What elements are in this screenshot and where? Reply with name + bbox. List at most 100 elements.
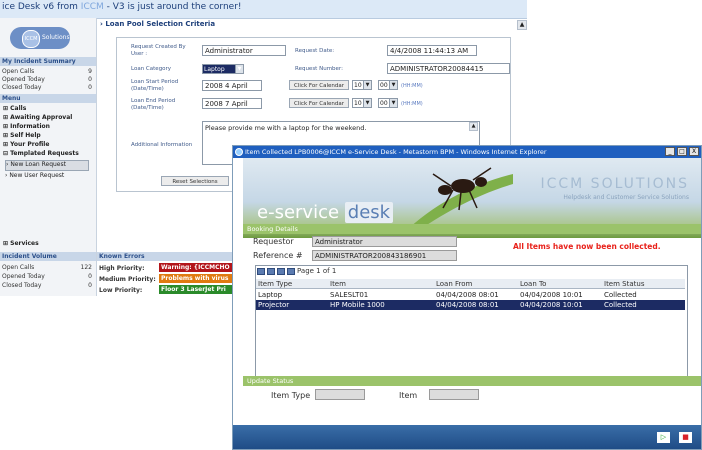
cell-loan-to: 04/04/2008 10:01 [520, 291, 583, 299]
cell-loan-from: 04/04/2008 08:01 [436, 301, 499, 309]
col-loan-from[interactable]: Loan From [434, 279, 518, 289]
iccm-solutions-brand: ICCM SOLUTIONS [540, 176, 689, 192]
medium-priority-error[interactable]: Problems with virus [159, 274, 232, 283]
menu-item-awaiting-approval[interactable]: ⊞ Awaiting Approval [3, 114, 72, 121]
prev-page-icon[interactable] [267, 268, 275, 275]
reset-selections-button[interactable]: Reset Selections [161, 176, 229, 186]
loan-start-label: Loan Start Period (Date/Time) [131, 79, 179, 92]
logo-circle: ICCM [22, 30, 40, 48]
announcement-text: ice Desk v6 from ICCM - V3 is just aroun… [2, 2, 242, 12]
known-errors-header: Known Errors [97, 252, 233, 261]
window-titlebar: Item Collected LPB0006@ICCM e-Service De… [233, 146, 701, 158]
volume-closed-today: Closed Today 0 [2, 282, 92, 289]
maximize-button[interactable]: □ [677, 147, 687, 156]
collection-status-message: All Items have now been collected. [513, 242, 661, 251]
low-priority-label: Low Priority: [99, 287, 143, 294]
menu-item-information[interactable]: ⊞ Information [3, 123, 50, 130]
menu-header: Menu [0, 94, 96, 103]
loan-start-field[interactable]: 2008 4 April [202, 80, 262, 91]
brand-tagline: Helpdesk and Customer Service Solutions [563, 194, 689, 201]
loan-category-label: Loan Category [131, 66, 172, 72]
incident-summary-header: My Incident Summary [0, 57, 96, 66]
window-title: Item Collected LPB0006@ICCM e-Service De… [245, 148, 547, 156]
criteria-title: › Loan Pool Selection Criteria [100, 20, 216, 28]
chevron-down-icon: ▼ [389, 99, 397, 107]
table-row[interactable]: Laptop SALESLT01 04/04/2008 08:01 04/04/… [256, 290, 685, 300]
created-by-field[interactable]: Administrator [202, 45, 286, 56]
items-table: Page 1 of 1 Item Type Item Loan From Loa… [255, 265, 688, 385]
loan-end-field[interactable]: 2008 7 April [202, 98, 262, 109]
item-field[interactable] [429, 389, 479, 400]
cell-loan-to: 04/04/2008 10:01 [520, 301, 583, 309]
start-minute-select[interactable]: 00 ▼ [378, 80, 398, 90]
end-time-hint: (HH:MM) [401, 101, 423, 107]
end-calendar-button[interactable]: Click For Calendar [289, 98, 349, 108]
cell-item: SALESLT01 [330, 291, 369, 299]
additional-info-label: Additional Information [131, 142, 193, 148]
menu-item-your-profile[interactable]: ⊞ Your Profile [3, 141, 49, 148]
col-item[interactable]: Item [328, 279, 434, 289]
loan-category-select[interactable]: Laptop ▼ [202, 64, 244, 74]
eservice-logo: e-service desk [257, 202, 394, 223]
medium-priority-label: Medium Priority: [99, 276, 156, 283]
close-button[interactable]: X [689, 147, 699, 156]
booking-details-header: Booking Details [243, 224, 701, 234]
reference-label: Reference # [253, 251, 303, 260]
ie-icon [235, 148, 243, 156]
cell-item-status: Collected [604, 291, 637, 299]
col-loan-to[interactable]: Loan To [518, 279, 602, 289]
summary-open-calls: Open Calls 9 [2, 68, 92, 75]
item-collected-window: Item Collected LPB0006@ICCM e-Service De… [232, 145, 702, 450]
high-priority-error[interactable]: Warning: {ICCMCHO [159, 263, 232, 272]
start-calendar-button[interactable]: Click For Calendar [289, 80, 349, 90]
textarea-scroll-up[interactable]: ▲ [469, 122, 478, 131]
loan-end-label: Loan End Period (Date/Time) [131, 98, 176, 111]
volume-open-calls: Open Calls 122 [2, 264, 92, 271]
request-date-label: Request Date: [295, 48, 335, 54]
start-time-hint: (HH:MM) [401, 83, 423, 89]
chevron-down-icon: ▼ [363, 99, 371, 107]
menu-item-calls[interactable]: ⊞ Calls [3, 105, 26, 112]
start-hour-select[interactable]: 10 ▼ [352, 80, 372, 90]
request-number-field[interactable]: ADMINISTRATOR20084415 [387, 63, 510, 74]
first-page-icon[interactable] [257, 268, 265, 275]
volume-opened-today: Opened Today 0 [2, 273, 92, 280]
col-item-type[interactable]: Item Type [256, 279, 328, 289]
minimize-button[interactable]: _ [665, 147, 675, 156]
page-indicator: Page 1 of 1 [297, 267, 337, 275]
window-footer: ▷ ■ [233, 425, 701, 449]
scroll-up-arrow[interactable]: ▲ [517, 20, 527, 30]
logo-text: Solutions [42, 34, 70, 41]
requestor-label: Requestor [253, 237, 294, 246]
item-type-field[interactable] [315, 389, 365, 400]
chevron-down-icon: ▼ [363, 81, 371, 89]
menu-item-services[interactable]: ⊞ Services [3, 240, 39, 247]
cell-item-type: Projector [258, 301, 290, 309]
next-action-button[interactable]: ▷ [657, 432, 670, 443]
last-page-icon[interactable] [287, 268, 295, 275]
high-priority-label: High Priority: [99, 265, 145, 272]
update-status-header: Update Status [243, 376, 701, 386]
request-number-label: Request Number: [295, 66, 343, 72]
item-label: Item [399, 391, 418, 400]
submenu-new-user-request[interactable]: › New User Request [5, 172, 64, 179]
col-item-status[interactable]: Item Status [602, 279, 685, 289]
item-type-label: Item Type [271, 391, 311, 400]
submenu-new-loan-request[interactable]: › New Loan Request [5, 160, 89, 171]
summary-closed-today: Closed Today 0 [2, 84, 92, 91]
cell-item-status: Collected [604, 301, 637, 309]
created-by-label: Request Created By User : [131, 44, 186, 57]
iccm-logo: ICCM Solutions [10, 27, 70, 49]
low-priority-error[interactable]: Floor 3 LaserJet Pri [159, 285, 232, 294]
chevron-down-icon: ▼ [235, 65, 243, 73]
menu-item-self-help[interactable]: ⊞ Self Help [3, 132, 41, 139]
end-minute-select[interactable]: 00 ▼ [378, 98, 398, 108]
menu-item-templated-requests[interactable]: ⊟ Templated Requests [3, 150, 79, 157]
summary-opened-today: Opened Today 0 [2, 76, 92, 83]
chevron-down-icon: ▼ [389, 81, 397, 89]
end-hour-select[interactable]: 10 ▼ [352, 98, 372, 108]
request-date-field[interactable]: 4/4/2008 11:44:13 AM [387, 45, 477, 56]
table-row-selected[interactable]: Projector HP Mobile 1000 04/04/2008 08:0… [256, 300, 685, 310]
stop-action-button[interactable]: ■ [679, 432, 692, 443]
next-page-icon[interactable] [277, 268, 285, 275]
